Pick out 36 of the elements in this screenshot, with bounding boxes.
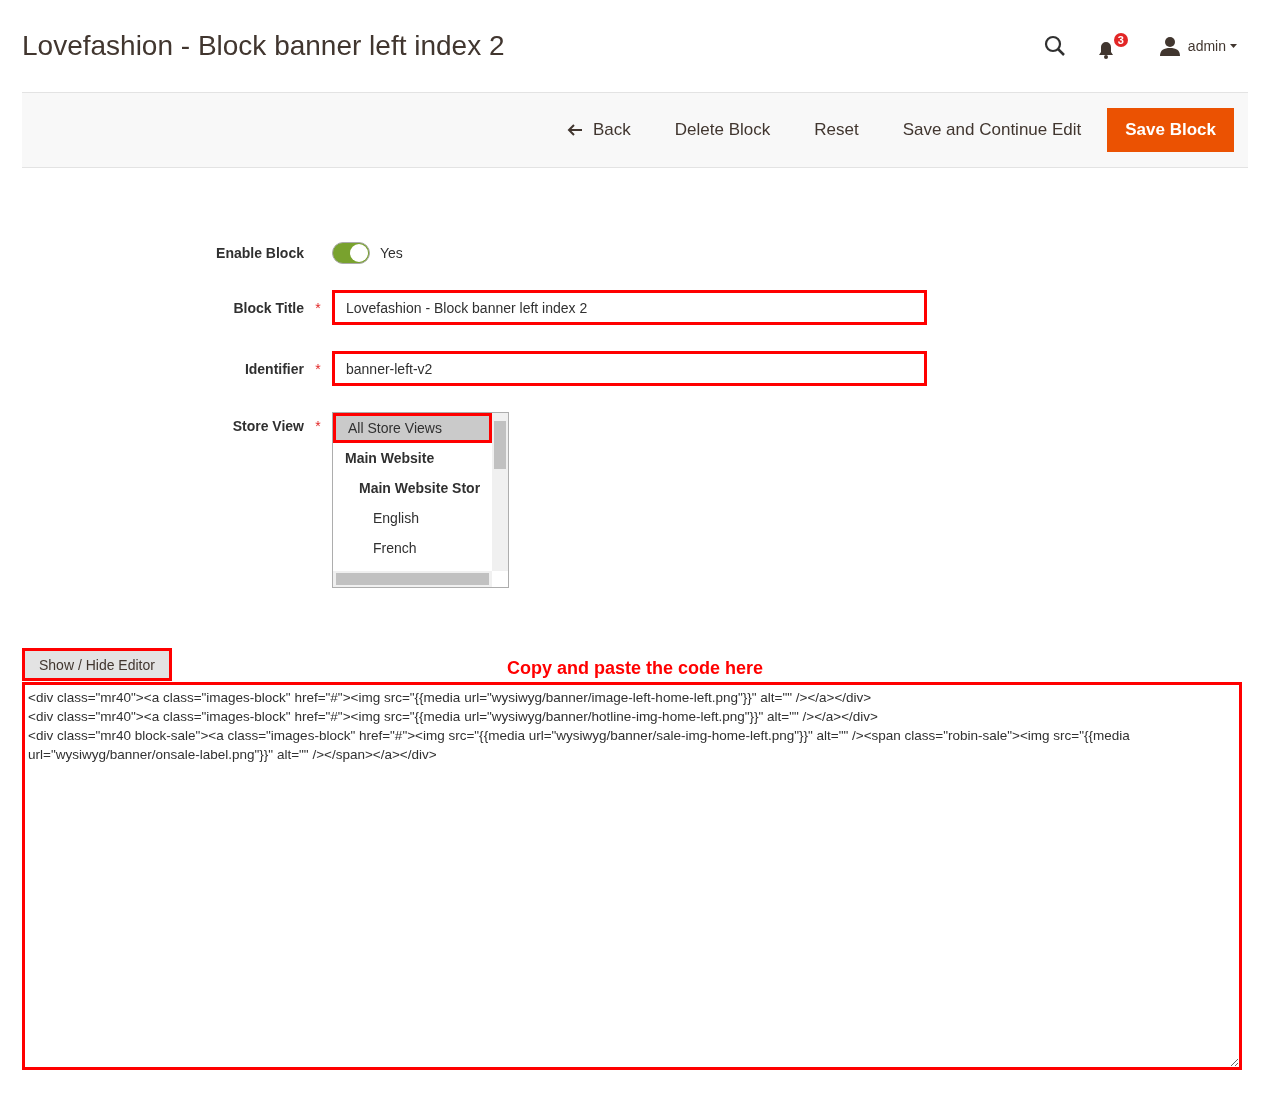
list-option[interactable]: French bbox=[333, 533, 492, 563]
code-textarea[interactable]: <div class="mr40"><a class="images-block" href="#"><img src="{{media url="wysiwyg/banner/image-left-home-left.png"}}" alt="" /></a></div> <div class="mr40"><a class="images-block" href="#"><img src="{{media url="wysiwyg/banner/hotline-img-home-left.png"}}" alt="" /></a></div> <div class="mr40 block-sale"><a class="images-block" href="#"><img src="{{media url="wysiwyg/banner/sale-img-home-left.png"}}" alt="" /><span class="robin-sale"><img src="{{media url="wysiwyg/banner/onsale-label.png"}}" alt="" /></span></a></div> bbox=[22, 682, 1242, 1070]
list-option[interactable]: Main Website Stor bbox=[333, 473, 492, 503]
notifications-button[interactable]: 3 bbox=[1097, 33, 1128, 59]
horizontal-scrollbar[interactable] bbox=[333, 571, 492, 587]
list-option[interactable]: English bbox=[333, 503, 492, 533]
input-field[interactable]: Lovefashion - Block banner left index 2 bbox=[332, 290, 927, 325]
required-mark: * bbox=[314, 299, 322, 316]
user-menu[interactable]: admin bbox=[1159, 36, 1240, 56]
toggle-value: Yes bbox=[380, 245, 403, 261]
field-label: Enable Block bbox=[215, 245, 304, 261]
action-button[interactable]: Save and Continue Edit bbox=[884, 108, 1100, 152]
list-option[interactable]: Main Website bbox=[333, 443, 492, 473]
search-icon-button[interactable] bbox=[1043, 35, 1066, 57]
vertical-scrollbar[interactable] bbox=[492, 413, 508, 571]
field-label: Store View bbox=[231, 418, 304, 434]
arrow-left-icon bbox=[567, 124, 583, 136]
page-title: Lovefashion - Block banner left index 2 bbox=[22, 30, 506, 62]
required-mark: * bbox=[314, 360, 322, 377]
save-button[interactable]: Save Block bbox=[1107, 108, 1234, 152]
action-button[interactable]: Delete Block bbox=[656, 108, 789, 152]
input-field[interactable]: banner-left-v2 bbox=[332, 351, 927, 386]
action-button[interactable]: Reset bbox=[796, 108, 877, 152]
toggle-switch[interactable] bbox=[332, 242, 370, 264]
list-option[interactable]: All Store Views bbox=[333, 413, 492, 443]
field-label: Block Title bbox=[232, 299, 304, 316]
show-hide-editor-button[interactable]: Show / Hide Editor bbox=[22, 648, 172, 681]
required-mark: * bbox=[314, 418, 322, 434]
back-button[interactable]: Back bbox=[549, 108, 649, 152]
notification-count: 3 bbox=[1113, 33, 1128, 47]
search-icon bbox=[1043, 35, 1066, 57]
annotation-text: Copy and paste the code here bbox=[506, 658, 764, 679]
field-label: Identifier bbox=[243, 360, 304, 377]
user-icon bbox=[1159, 36, 1180, 56]
store-view-listbox[interactable]: All Store Views Main Website Main Website Stor English French bbox=[332, 412, 509, 588]
bell-icon bbox=[1097, 41, 1114, 59]
